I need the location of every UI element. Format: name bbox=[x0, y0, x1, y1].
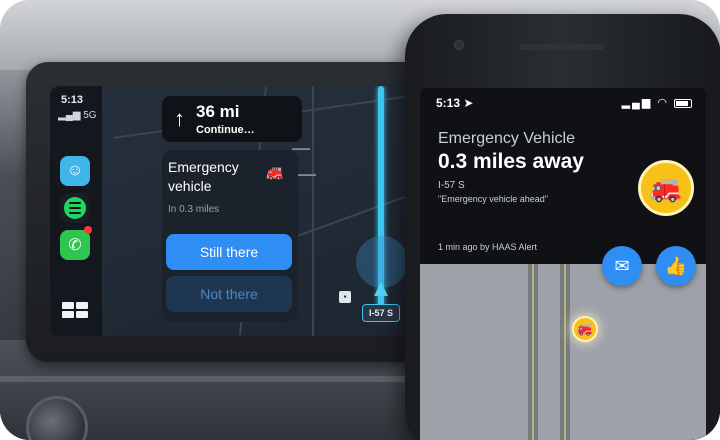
network-type: 5G bbox=[83, 110, 97, 121]
carplay-screen: 5:13 ▂▄▆ 5G ☺ ✆ ▬▬▬ ▬▬▬ I-57 S ▪ D ↑ 36 … bbox=[50, 86, 418, 336]
thumbs-up-icon[interactable]: 👍 bbox=[656, 246, 696, 286]
current-location-arrow-icon bbox=[374, 282, 388, 296]
map-poi-icon[interactable]: ▪ bbox=[339, 291, 351, 303]
emergency-alert-card: Emergency vehicle 🚒 In 0.3 miles Still t… bbox=[162, 150, 298, 322]
carplay-signal: ▂▄▆ 5G bbox=[58, 110, 97, 121]
emergency-vehicle-marker-icon[interactable]: 🚒 bbox=[572, 316, 598, 342]
phone-clock: 5:13 ➤ bbox=[436, 96, 473, 110]
phone-alert-distance: 0.3 miles away bbox=[438, 150, 584, 173]
fire-truck-badge-icon: 🚒 bbox=[638, 160, 694, 216]
map-lane-line bbox=[532, 264, 534, 440]
map-lane-line bbox=[564, 264, 566, 440]
battery-icon bbox=[674, 98, 692, 108]
not-there-button[interactable]: Not there bbox=[166, 276, 292, 312]
phone-alert-road: I-57 S bbox=[438, 180, 465, 191]
carplay-sidebar: 5:13 ▂▄▆ 5G ☺ ✆ bbox=[50, 86, 102, 336]
notification-badge bbox=[84, 226, 92, 234]
phone-clock-text: 5:13 bbox=[436, 96, 461, 110]
waze-app-icon[interactable]: ☺ bbox=[60, 156, 90, 186]
phone-alert-title: Emergency Vehicle bbox=[438, 130, 575, 147]
front-camera bbox=[454, 40, 464, 50]
turn-by-turn-card[interactable]: ↑ 36 mi Continue… bbox=[162, 96, 302, 142]
scene: 5:13 ▂▄▆ 5G ☺ ✆ ▬▬▬ ▬▬▬ I-57 S ▪ D ↑ 36 … bbox=[0, 0, 720, 440]
still-there-button[interactable]: Still there bbox=[166, 234, 292, 270]
spotify-app-icon[interactable] bbox=[60, 193, 90, 223]
phone-status-icons: ▂▄▆ ◠ bbox=[622, 96, 692, 109]
next-maneuver-instruction: Continue… bbox=[196, 124, 255, 136]
route-shield: I-57 S bbox=[362, 304, 401, 322]
map-road bbox=[312, 86, 314, 336]
phone-screen: 5:13 ➤ ▂▄▆ ◠ Emergency Vehicle 0.3 miles… bbox=[420, 88, 706, 440]
phone-app-icon[interactable]: ✆ bbox=[60, 230, 90, 260]
earpiece-speaker bbox=[520, 44, 604, 50]
map-street-label: ▬▬▬ bbox=[292, 146, 310, 152]
phone-alert-quote: "Emergency vehicle ahead" bbox=[438, 194, 548, 204]
comment-icon[interactable]: ✉ bbox=[602, 246, 642, 286]
map-street-label: ▬▬▬ bbox=[298, 172, 316, 178]
fire-truck-icon: 🚒 bbox=[266, 164, 284, 180]
alert-distance: In 0.3 miles bbox=[168, 204, 220, 215]
phone-map[interactable] bbox=[420, 264, 706, 440]
next-maneuver-distance: 36 mi bbox=[196, 102, 240, 121]
dashboard-grid-icon[interactable] bbox=[62, 302, 88, 318]
dashboard-trim bbox=[0, 376, 440, 382]
phone-alert-source: 1 min ago by HAAS Alert bbox=[438, 242, 538, 252]
carplay-map[interactable]: ▬▬▬ ▬▬▬ I-57 S ▪ D ↑ 36 mi Continue… Eme… bbox=[102, 86, 418, 336]
carplay-clock: 5:13 bbox=[61, 94, 84, 106]
location-arrow-icon: ➤ bbox=[463, 96, 474, 110]
alert-title: Emergency vehicle bbox=[168, 159, 239, 194]
straight-arrow-icon: ↑ bbox=[174, 106, 185, 131]
current-location-halo bbox=[356, 236, 408, 288]
